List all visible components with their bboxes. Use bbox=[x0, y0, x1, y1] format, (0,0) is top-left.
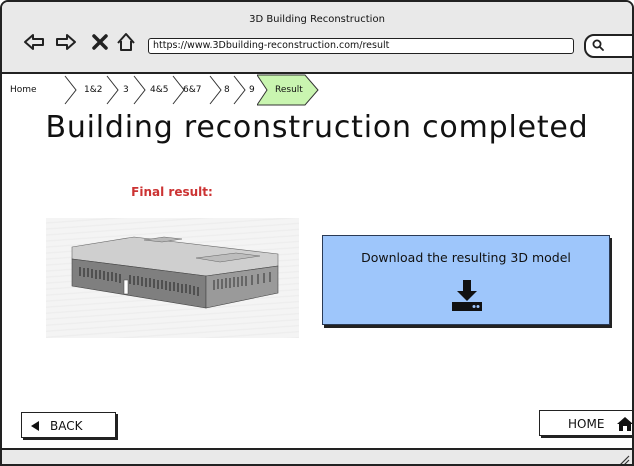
home-icon bbox=[617, 417, 632, 431]
breadcrumb-item-result[interactable]: Result bbox=[275, 80, 303, 100]
download-model-button[interactable]: Download the resulting 3D model bbox=[322, 235, 610, 325]
browser-titlebar: 3D Building Reconstruction https://www.3… bbox=[2, 2, 632, 74]
breadcrumb-item-8[interactable]: 8 bbox=[224, 80, 230, 100]
window-title: 3D Building Reconstruction bbox=[249, 14, 385, 25]
address-bar[interactable]: https://www.3Dbuilding-reconstruction.co… bbox=[148, 38, 574, 54]
download-label: Download the resulting 3D model bbox=[361, 250, 571, 265]
breadcrumb-separator bbox=[209, 75, 222, 105]
page-title: Building reconstruction completed bbox=[45, 110, 589, 145]
close-icon[interactable] bbox=[88, 30, 112, 54]
breadcrumb-item-9[interactable]: 9 bbox=[249, 80, 255, 100]
breadcrumb-item-4-5[interactable]: 4&5 bbox=[150, 80, 168, 100]
breadcrumb-separator bbox=[233, 75, 246, 105]
back-button-label: BACK bbox=[50, 419, 83, 433]
search-icon bbox=[592, 39, 604, 51]
forward-arrow-icon[interactable] bbox=[54, 30, 78, 54]
status-bar bbox=[2, 448, 632, 466]
search-field[interactable] bbox=[584, 34, 632, 58]
building-model-preview bbox=[46, 218, 299, 338]
final-result-label: Final result: bbox=[131, 185, 213, 199]
download-icon bbox=[452, 280, 482, 311]
back-arrow-icon[interactable] bbox=[22, 30, 46, 54]
home-button-label: HOME bbox=[568, 417, 605, 431]
breadcrumb-separator bbox=[64, 75, 77, 105]
breadcrumb-item-6-7[interactable]: 6&7 bbox=[183, 80, 201, 100]
building-model-image bbox=[71, 236, 279, 309]
breadcrumb-separator bbox=[106, 75, 119, 105]
breadcrumb-separator bbox=[133, 75, 146, 105]
home-button[interactable]: HOME bbox=[539, 410, 632, 436]
breadcrumb: Home 1&2 3 4&5 6&7 8 9 Result bbox=[2, 74, 632, 106]
triangle-left-icon bbox=[31, 421, 39, 431]
home-icon[interactable] bbox=[114, 30, 138, 54]
resize-handle-icon[interactable] bbox=[618, 454, 630, 466]
back-button[interactable]: BACK bbox=[21, 412, 116, 438]
browser-window: 3D Building Reconstruction https://www.3… bbox=[0, 0, 634, 466]
breadcrumb-item-home[interactable]: Home bbox=[10, 80, 37, 100]
breadcrumb-item-3[interactable]: 3 bbox=[123, 80, 129, 100]
breadcrumb-item-1-2[interactable]: 1&2 bbox=[84, 80, 102, 100]
